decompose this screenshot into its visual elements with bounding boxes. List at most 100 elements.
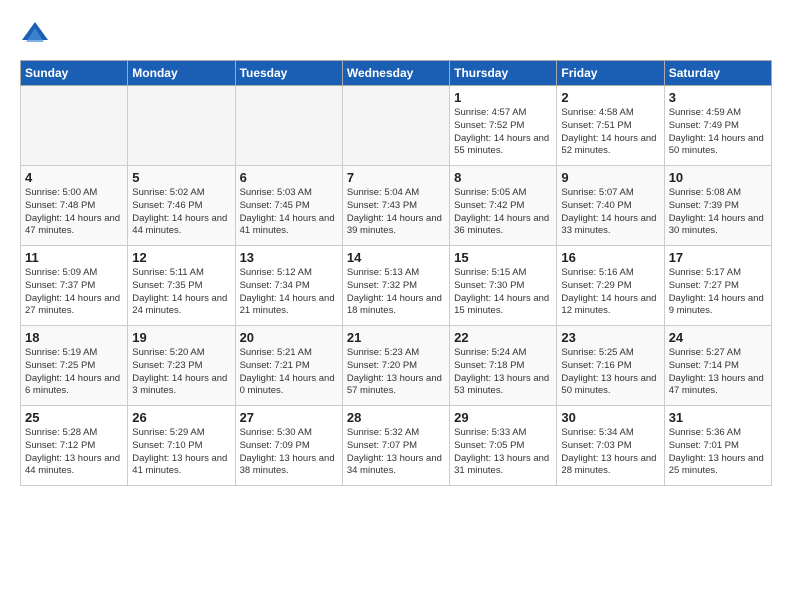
calendar-cell: 12 Sunrise: 5:11 AMSunset: 7:35 PMDayligh… <box>128 246 235 326</box>
day-number: 5 <box>132 170 230 185</box>
calendar-cell: 29 Sunrise: 5:33 AMSunset: 7:05 PMDayligh… <box>450 406 557 486</box>
calendar-cell: 23 Sunrise: 5:25 AMSunset: 7:16 PMDayligh… <box>557 326 664 406</box>
cell-info: Sunrise: 5:04 AMSunset: 7:43 PMDaylight:… <box>347 187 445 238</box>
week-row-4: 25Sunrise: 5:28 AMSunset: 7:12 PMDayligh… <box>21 406 772 486</box>
day-number: 4 <box>25 170 123 185</box>
calendar-cell: 5 Sunrise: 5:02 AMSunset: 7:46 PMDaylight… <box>128 166 235 246</box>
day-number: 19 <box>132 330 230 345</box>
day-number: 26 <box>132 410 230 425</box>
calendar-cell: 15 Sunrise: 5:15 AMSunset: 7:30 PMDayligh… <box>450 246 557 326</box>
cell-info: Sunrise: 5:29 AMSunset: 7:10 PMDaylight:… <box>132 427 230 478</box>
day-number: 31 <box>669 410 767 425</box>
day-number: 23 <box>561 330 659 345</box>
header-saturday: Saturday <box>664 61 771 86</box>
cell-info: Sunrise: 5:03 AMSunset: 7:45 PMDaylight:… <box>240 187 338 238</box>
day-number: 13 <box>240 250 338 265</box>
calendar-cell: 14Sunrise: 5:13 AMSunset: 7:32 PMDayligh… <box>342 246 449 326</box>
calendar-cell: 24Sunrise: 5:27 AMSunset: 7:14 PMDayligh… <box>664 326 771 406</box>
day-number: 29 <box>454 410 552 425</box>
day-number: 7 <box>347 170 445 185</box>
cell-info: Sunrise: 5:16 AMSunset: 7:29 PMDaylight:… <box>561 267 659 318</box>
cell-info: Sunrise: 5:30 AMSunset: 7:09 PMDaylight:… <box>240 427 338 478</box>
page-header <box>20 20 772 50</box>
day-number: 16 <box>561 250 659 265</box>
day-number: 6 <box>240 170 338 185</box>
calendar-cell: 9 Sunrise: 5:07 AMSunset: 7:40 PMDaylight… <box>557 166 664 246</box>
cell-info: Sunrise: 5:13 AMSunset: 7:32 PMDaylight:… <box>347 267 445 318</box>
day-number: 2 <box>561 90 659 105</box>
header-sunday: Sunday <box>21 61 128 86</box>
calendar-cell: 20 Sunrise: 5:21 AMSunset: 7:21 PMDayligh… <box>235 326 342 406</box>
day-number: 20 <box>240 330 338 345</box>
cell-info: Sunrise: 5:02 AMSunset: 7:46 PMDaylight:… <box>132 187 230 238</box>
header-wednesday: Wednesday <box>342 61 449 86</box>
calendar-cell: 17Sunrise: 5:17 AMSunset: 7:27 PMDayligh… <box>664 246 771 326</box>
day-number: 9 <box>561 170 659 185</box>
day-number: 24 <box>669 330 767 345</box>
cell-info: Sunrise: 5:00 AMSunset: 7:48 PMDaylight:… <box>25 187 123 238</box>
cell-info: Sunrise: 5:09 AMSunset: 7:37 PMDaylight:… <box>25 267 123 318</box>
calendar-cell: 6 Sunrise: 5:03 AMSunset: 7:45 PMDaylight… <box>235 166 342 246</box>
day-number: 8 <box>454 170 552 185</box>
day-number: 30 <box>561 410 659 425</box>
calendar-cell: 27Sunrise: 5:30 AMSunset: 7:09 PMDayligh… <box>235 406 342 486</box>
header-monday: Monday <box>128 61 235 86</box>
day-number: 1 <box>454 90 552 105</box>
calendar-cell: 16 Sunrise: 5:16 AMSunset: 7:29 PMDayligh… <box>557 246 664 326</box>
cell-info: Sunrise: 5:33 AMSunset: 7:05 PMDaylight:… <box>454 427 552 478</box>
day-number: 12 <box>132 250 230 265</box>
calendar-cell: 2 Sunrise: 4:58 AMSunset: 7:51 PMDaylight… <box>557 86 664 166</box>
cell-info: Sunrise: 5:08 AMSunset: 7:39 PMDaylight:… <box>669 187 767 238</box>
cell-info: Sunrise: 5:25 AMSunset: 7:16 PMDaylight:… <box>561 347 659 398</box>
day-number: 28 <box>347 410 445 425</box>
cell-info: Sunrise: 5:21 AMSunset: 7:21 PMDaylight:… <box>240 347 338 398</box>
calendar-cell: 13Sunrise: 5:12 AMSunset: 7:34 PMDayligh… <box>235 246 342 326</box>
day-number: 25 <box>25 410 123 425</box>
calendar-cell: 3 Sunrise: 4:59 AMSunset: 7:49 PMDaylight… <box>664 86 771 166</box>
day-number: 17 <box>669 250 767 265</box>
cell-info: Sunrise: 5:32 AMSunset: 7:07 PMDaylight:… <box>347 427 445 478</box>
cell-info: Sunrise: 4:59 AMSunset: 7:49 PMDaylight:… <box>669 107 767 158</box>
day-number: 3 <box>669 90 767 105</box>
cell-info: Sunrise: 5:34 AMSunset: 7:03 PMDaylight:… <box>561 427 659 478</box>
header-friday: Friday <box>557 61 664 86</box>
week-row-2: 11 Sunrise: 5:09 AMSunset: 7:37 PMDayligh… <box>21 246 772 326</box>
logo <box>20 20 54 50</box>
calendar-cell <box>235 86 342 166</box>
cell-info: Sunrise: 5:05 AMSunset: 7:42 PMDaylight:… <box>454 187 552 238</box>
cell-info: Sunrise: 5:15 AMSunset: 7:30 PMDaylight:… <box>454 267 552 318</box>
calendar-cell: 18 Sunrise: 5:19 AMSunset: 7:25 PMDayligh… <box>21 326 128 406</box>
calendar-cell: 26 Sunrise: 5:29 AMSunset: 7:10 PMDayligh… <box>128 406 235 486</box>
calendar-cell <box>342 86 449 166</box>
week-row-0: 1 Sunrise: 4:57 AMSunset: 7:52 PMDaylight… <box>21 86 772 166</box>
day-number: 15 <box>454 250 552 265</box>
calendar-cell: 10 Sunrise: 5:08 AMSunset: 7:39 PMDayligh… <box>664 166 771 246</box>
calendar-cell: 11 Sunrise: 5:09 AMSunset: 7:37 PMDayligh… <box>21 246 128 326</box>
calendar-cell <box>128 86 235 166</box>
cell-info: Sunrise: 5:19 AMSunset: 7:25 PMDaylight:… <box>25 347 123 398</box>
cell-info: Sunrise: 5:11 AMSunset: 7:35 PMDaylight:… <box>132 267 230 318</box>
cell-info: Sunrise: 5:07 AMSunset: 7:40 PMDaylight:… <box>561 187 659 238</box>
calendar-table: SundayMondayTuesdayWednesdayThursdayFrid… <box>20 60 772 486</box>
day-number: 18 <box>25 330 123 345</box>
cell-info: Sunrise: 4:57 AMSunset: 7:52 PMDaylight:… <box>454 107 552 158</box>
cell-info: Sunrise: 5:23 AMSunset: 7:20 PMDaylight:… <box>347 347 445 398</box>
calendar-cell: 7 Sunrise: 5:04 AMSunset: 7:43 PMDaylight… <box>342 166 449 246</box>
calendar-cell: 22Sunrise: 5:24 AMSunset: 7:18 PMDayligh… <box>450 326 557 406</box>
calendar-cell: 31 Sunrise: 5:36 AMSunset: 7:01 PMDayligh… <box>664 406 771 486</box>
week-row-3: 18 Sunrise: 5:19 AMSunset: 7:25 PMDayligh… <box>21 326 772 406</box>
day-number: 22 <box>454 330 552 345</box>
calendar-cell: 8 Sunrise: 5:05 AMSunset: 7:42 PMDaylight… <box>450 166 557 246</box>
calendar-cell <box>21 86 128 166</box>
week-row-1: 4 Sunrise: 5:00 AMSunset: 7:48 PMDaylight… <box>21 166 772 246</box>
header-row: SundayMondayTuesdayWednesdayThursdayFrid… <box>21 61 772 86</box>
logo-icon <box>20 20 50 50</box>
day-number: 21 <box>347 330 445 345</box>
calendar-cell: 28 Sunrise: 5:32 AMSunset: 7:07 PMDayligh… <box>342 406 449 486</box>
day-number: 10 <box>669 170 767 185</box>
cell-info: Sunrise: 4:58 AMSunset: 7:51 PMDaylight:… <box>561 107 659 158</box>
calendar-cell: 1 Sunrise: 4:57 AMSunset: 7:52 PMDaylight… <box>450 86 557 166</box>
calendar-cell: 19Sunrise: 5:20 AMSunset: 7:23 PMDayligh… <box>128 326 235 406</box>
cell-info: Sunrise: 5:36 AMSunset: 7:01 PMDaylight:… <box>669 427 767 478</box>
day-number: 11 <box>25 250 123 265</box>
